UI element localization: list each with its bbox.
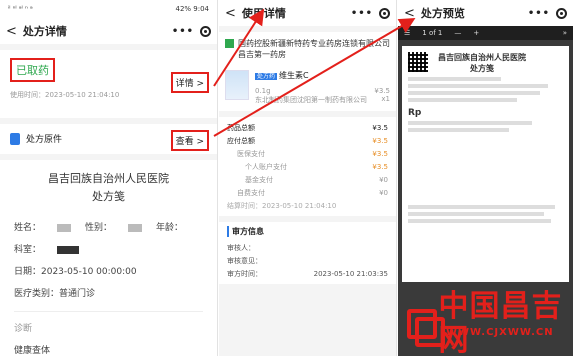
document-icon bbox=[10, 133, 20, 145]
nav-bar: < 处方预览 ••• bbox=[398, 0, 573, 26]
fee-summary: 药品总额¥3.5 应付总额¥3.5 医保支付¥3.5 个人账户支付¥3.5 基金… bbox=[219, 117, 396, 216]
signal-status: ⁱˡ ⁿˡ ᵃˡ ⁿ ᵃ bbox=[8, 5, 33, 13]
personal-amount: ¥3.5 bbox=[372, 163, 388, 171]
drug-price: ¥3.5 bbox=[374, 87, 390, 95]
menu-icon[interactable]: ☰ bbox=[404, 29, 410, 37]
close-target-icon[interactable] bbox=[379, 8, 390, 19]
page-title: 处方预览 bbox=[421, 5, 528, 21]
more-icon[interactable]: ••• bbox=[351, 8, 373, 19]
rx-tag: 处方药 bbox=[255, 73, 277, 80]
page-title: 使用详情 bbox=[242, 5, 351, 21]
gender-field: 性别： bbox=[85, 220, 142, 233]
audit-header: 审方信息 bbox=[227, 226, 388, 237]
settle-time: 结算时间：2023-05-10 21:04:10 bbox=[227, 201, 336, 211]
watermark-text: 中国昌吉网 bbox=[439, 290, 573, 358]
nav-bar: < 处方详情 ••• bbox=[0, 18, 217, 44]
site-watermark: 中国昌吉网 bbox=[405, 290, 573, 358]
view-button[interactable]: 查看 > bbox=[171, 130, 209, 151]
pdf-hospital: 昌吉回族自治州人民医院 bbox=[438, 52, 526, 63]
mini-program-capsule[interactable]: ••• bbox=[351, 8, 390, 19]
mini-program-capsule[interactable]: ••• bbox=[528, 8, 567, 19]
more-tools-icon[interactable]: » bbox=[563, 29, 567, 37]
drug-qty: x1 bbox=[381, 95, 390, 105]
age-field: 年龄： bbox=[156, 220, 197, 233]
diagnosis-label: 诊断 bbox=[14, 321, 32, 334]
pdf-rx-title: 处方笺 bbox=[438, 63, 526, 74]
pdf-page: 昌吉回族自治州人民医院 处方笺 Rp bbox=[402, 46, 569, 282]
more-icon[interactable]: ••• bbox=[528, 8, 550, 19]
original-label: 处方原件 bbox=[26, 132, 62, 145]
drug-maker: 东北制药集团沈阳第一制药有限公司 bbox=[255, 95, 367, 105]
drug-name: 维生素C bbox=[279, 71, 309, 80]
pdf-toolbar: ☰ 1 of 1 — + » bbox=[398, 26, 573, 40]
rx-title: 处方笺 bbox=[14, 188, 203, 206]
pharmacy-name: 国药控股新疆新特药专业药房连锁有限公司昌吉第一药房 bbox=[219, 32, 396, 66]
original-card: 处方原件 查看 > bbox=[0, 124, 217, 154]
details-button[interactable]: 详情 > bbox=[171, 72, 209, 93]
prescription-detail-screen: ⁱˡ ⁿˡ ᵃˡ ⁿ ᵃ 42% 9:04 < 处方详情 ••• 已取药 使用时… bbox=[0, 0, 218, 356]
more-icon[interactable]: ••• bbox=[172, 26, 194, 37]
page-indicator: 1 of 1 bbox=[422, 29, 442, 37]
goods-total: ¥3.5 bbox=[372, 124, 388, 132]
prescription-summary: 昌吉回族自治州人民医院 处方笺 姓名： 性别： 年龄： 科室： 日期：2023-… bbox=[0, 160, 217, 356]
dept-field: 科室： bbox=[14, 242, 79, 255]
audit-time: 2023-05-10 21:03:35 bbox=[314, 270, 388, 278]
zoom-out-button[interactable]: — bbox=[454, 29, 461, 37]
site-logo-icon bbox=[405, 307, 435, 341]
hospital-name: 昌吉回族自治州人民医院 bbox=[14, 170, 203, 188]
name-field: 姓名： bbox=[14, 220, 71, 233]
back-icon[interactable]: < bbox=[6, 24, 17, 39]
self-amount: ¥0 bbox=[379, 189, 388, 197]
status-card: 已取药 使用时间：2023-05-10 21:04:10 详情 > bbox=[0, 50, 217, 118]
page-title: 处方详情 bbox=[23, 23, 172, 39]
usage-detail-screen: < 使用详情 ••• 国药控股新疆新特药专业药房连锁有限公司昌吉第一药房 处方药… bbox=[219, 0, 397, 356]
view-label: 查看 bbox=[176, 137, 194, 147]
back-icon[interactable]: < bbox=[225, 6, 236, 21]
fund-amount: ¥0 bbox=[379, 176, 388, 184]
zoom-in-button[interactable]: + bbox=[473, 29, 479, 37]
diagnosis-value: 健康查体 bbox=[14, 343, 50, 356]
close-target-icon[interactable] bbox=[200, 26, 211, 37]
pdf-rx-symbol: Rp bbox=[408, 108, 563, 118]
drug-image bbox=[225, 70, 249, 100]
store-icon bbox=[225, 39, 234, 48]
date-field: 日期：2023-05-10 00:00:00 bbox=[14, 264, 137, 277]
details-label: 详情 bbox=[176, 79, 194, 89]
drug-item[interactable]: 处方药维生素C 0.1g ¥3.5 东北制药集团沈阳第一制药有限公司 x1 bbox=[219, 66, 396, 111]
watermark-url: WWW.CJXWW.CN bbox=[446, 327, 554, 338]
category-field: 医疗类别：普通门诊 bbox=[14, 286, 95, 299]
insurance-amount: ¥3.5 bbox=[372, 150, 388, 158]
close-target-icon[interactable] bbox=[556, 8, 567, 19]
mini-program-capsule[interactable]: ••• bbox=[172, 26, 211, 37]
nav-bar: < 使用详情 ••• bbox=[219, 0, 396, 26]
status-bar: ⁱˡ ⁿˡ ᵃˡ ⁿ ᵃ 42% 9:04 bbox=[0, 0, 217, 18]
audit-info: 审方信息 审核人： 审核意见： 审方时间：2023-05-10 21:03:35 bbox=[219, 222, 396, 284]
back-icon[interactable]: < bbox=[404, 6, 415, 21]
status-badge: 已取药 bbox=[10, 58, 55, 82]
drug-spec: 0.1g bbox=[255, 87, 271, 95]
payable-total: ¥3.5 bbox=[372, 137, 388, 145]
battery-time: 42% 9:04 bbox=[175, 5, 209, 13]
qr-code-icon bbox=[408, 52, 428, 72]
